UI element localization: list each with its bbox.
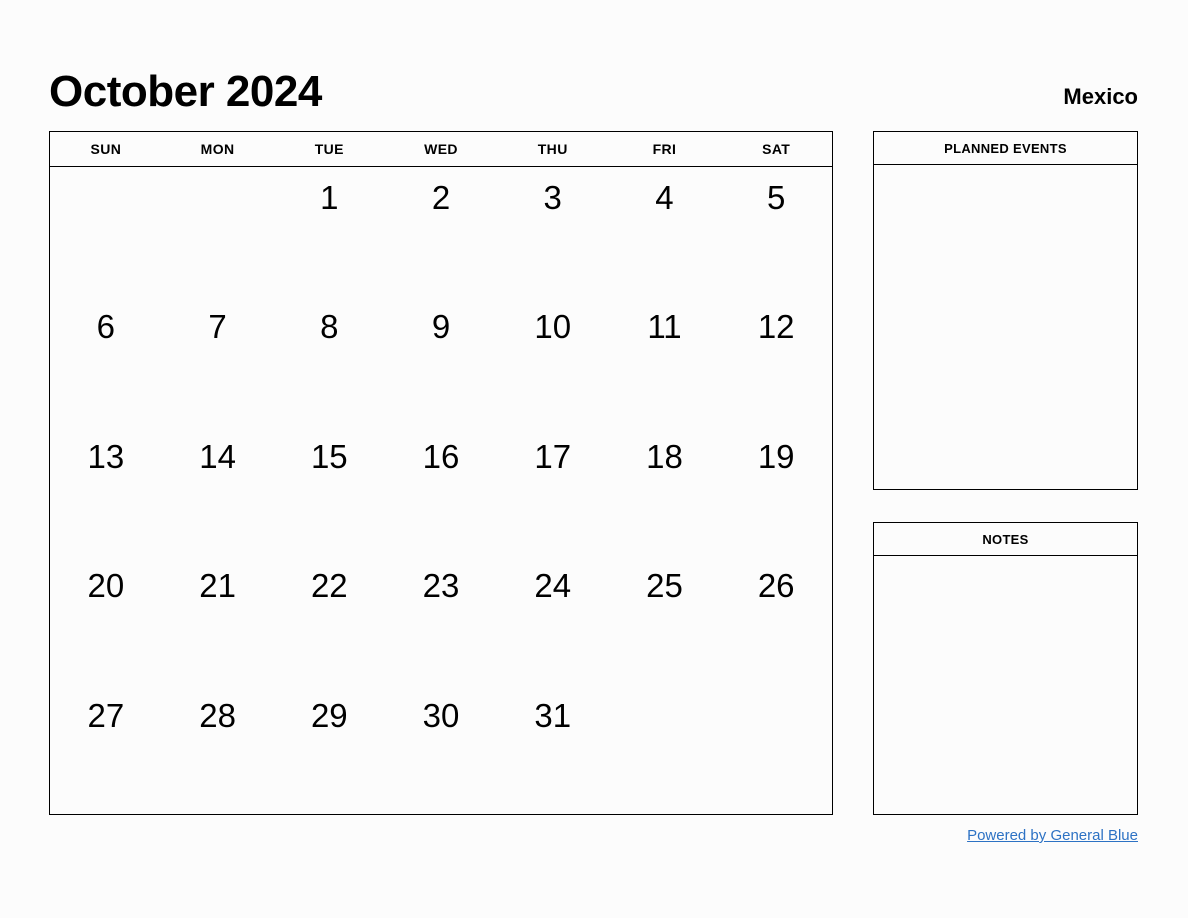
day-cell[interactable]: 2 [385,167,497,296]
day-cell[interactable]: 21 [162,555,274,684]
day-cell[interactable]: 15 [273,426,385,555]
week-row: 13 14 15 16 17 18 19 [50,426,832,555]
calendar-page: October 2024 Mexico SUN MON TUE WED THU … [0,0,1188,918]
day-cell[interactable] [609,685,721,814]
notes-title: NOTES [874,523,1137,556]
day-cell[interactable]: 30 [385,685,497,814]
day-cell[interactable] [162,167,274,296]
day-cell[interactable]: 7 [162,296,274,425]
powered-by-link[interactable]: Powered by General Blue [967,827,1138,844]
day-number: 28 [199,696,236,734]
day-number: 27 [87,696,125,734]
day-cell[interactable]: 25 [609,555,721,684]
day-number: 21 [199,567,236,605]
day-cell[interactable]: 18 [609,426,721,555]
day-number: 11 [647,308,682,346]
page-header: October 2024 Mexico [49,52,1138,114]
day-number: 25 [646,567,683,605]
day-number: 12 [757,308,795,346]
day-number: 24 [534,567,572,605]
weekday-thu: THU [537,141,568,157]
calendar-grid: SUN MON TUE WED THU FRI SAT 1 2 3 4 5 6 … [49,131,833,815]
planned-events-panel: PLANNED EVENTS [873,131,1138,490]
day-cell[interactable]: 14 [162,426,274,555]
day-number: 23 [422,567,460,605]
day-cell[interactable]: 3 [497,167,609,296]
region-label: Mexico [1063,84,1138,109]
day-number: 31 [534,696,572,734]
day-cell[interactable]: 16 [385,426,497,555]
day-number: 3 [543,179,562,216]
notes-area[interactable] [874,556,1137,815]
day-number: 15 [310,437,348,475]
day-number: 20 [87,567,125,605]
week-row: 27 28 29 30 31 [50,685,832,814]
day-cell[interactable]: 12 [720,296,832,425]
day-number: 19 [757,437,795,475]
week-row: 6 7 8 9 10 11 12 [50,296,832,425]
week-row: 1 2 3 4 5 [50,167,832,296]
day-number: 5 [766,179,786,216]
day-cell[interactable]: 26 [720,555,832,684]
weekday-wed: WED [424,141,458,157]
day-number: 13 [87,437,125,475]
day-cell[interactable]: 24 [497,555,609,684]
day-cell[interactable]: 27 [50,685,162,814]
day-number: 2 [431,179,451,216]
planned-events-area[interactable] [874,165,1137,490]
day-cell[interactable]: 28 [162,685,274,814]
weekday-mon: MON [200,141,235,157]
day-number: 29 [310,696,348,734]
weekday-sun: SUN [90,141,122,157]
day-cell[interactable]: 13 [50,426,162,555]
notes-panel: NOTES [873,522,1138,815]
day-number: 10 [534,308,572,346]
day-number: 30 [422,696,460,734]
day-number: 7 [208,308,227,346]
calendar-weeks: 1 2 3 4 5 6 7 8 9 10 11 12 13 14 15 16 1… [50,167,832,814]
day-cell[interactable]: 8 [273,296,385,425]
day-cell[interactable]: 31 [497,685,609,814]
day-number: 6 [96,308,116,346]
day-number: 18 [646,437,683,475]
day-number: 17 [534,437,572,475]
day-cell[interactable]: 4 [609,167,721,296]
day-number: 26 [757,567,795,605]
day-cell[interactable]: 10 [497,296,609,425]
day-number: 1 [320,179,339,216]
day-cell[interactable]: 1 [273,167,385,296]
day-cell[interactable]: 29 [273,685,385,814]
day-cell[interactable]: 9 [385,296,497,425]
day-cell[interactable]: 20 [50,555,162,684]
footer: Powered by General Blue [873,827,1138,845]
day-number: 16 [422,437,460,475]
day-cell[interactable]: 6 [50,296,162,425]
weekday-tue: TUE [314,141,344,157]
week-row: 20 21 22 23 24 25 26 [50,555,832,684]
day-cell[interactable]: 23 [385,555,497,684]
day-number: 14 [199,437,236,475]
day-cell[interactable]: 22 [273,555,385,684]
day-number: 22 [310,567,348,605]
page-title: October 2024 [49,67,322,116]
day-number: 4 [655,179,674,216]
day-cell[interactable]: 11 [609,296,721,425]
day-number: 8 [320,308,339,346]
day-cell[interactable] [50,167,162,296]
day-cell[interactable] [720,685,832,814]
day-number: 9 [431,308,451,346]
weekday-fri: FRI [652,141,677,157]
weekday-sat: SAT [762,141,791,157]
day-cell[interactable]: 5 [720,167,832,296]
day-cell[interactable]: 17 [497,426,609,555]
day-cell[interactable]: 19 [720,426,832,555]
planned-events-title: PLANNED EVENTS [874,132,1137,165]
weekday-header-row: SUN MON TUE WED THU FRI SAT [50,132,832,167]
